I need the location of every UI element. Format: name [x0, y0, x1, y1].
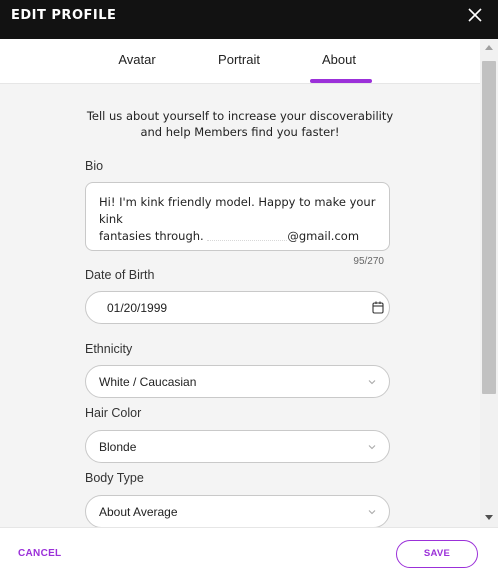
- dob-label: Date of Birth: [85, 268, 155, 282]
- ethnicity-value: White / Caucasian: [99, 375, 197, 389]
- chevron-down-icon: [368, 510, 376, 515]
- bio-text-line2: fantasies through.: [99, 229, 204, 243]
- chevron-down-icon: [368, 380, 376, 385]
- intro-text: Tell us about yourself to increase your …: [86, 109, 394, 139]
- tab-about[interactable]: About: [299, 52, 379, 67]
- ethnicity-select[interactable]: White / Caucasian: [85, 365, 390, 398]
- scroll-up-arrow-icon[interactable]: [485, 45, 493, 50]
- tab-avatar[interactable]: Avatar: [97, 52, 177, 67]
- hair-color-label: Hair Color: [85, 406, 142, 420]
- bio-textarea[interactable]: Hi! I'm kink friendly model. Happy to ma…: [85, 182, 390, 251]
- body-type-select[interactable]: About Average: [85, 495, 390, 527]
- body-type-label: Body Type: [85, 471, 144, 485]
- cancel-button[interactable]: CANCEL: [18, 548, 61, 559]
- redacted-text: [207, 233, 288, 241]
- hair-color-value: Blonde: [99, 440, 137, 454]
- bio-text-email-domain: @gmail.com: [287, 229, 360, 243]
- tab-bar: Avatar Portrait About: [0, 39, 480, 84]
- tab-portrait[interactable]: Portrait: [199, 52, 279, 67]
- bio-label: Bio: [85, 159, 104, 173]
- close-icon[interactable]: [466, 6, 484, 24]
- save-button[interactable]: SAVE: [396, 540, 478, 568]
- chevron-down-icon: [368, 445, 376, 450]
- dob-input[interactable]: 01/20/1999: [85, 291, 390, 324]
- ethnicity-label: Ethnicity: [85, 342, 133, 356]
- scrollbar[interactable]: [480, 39, 498, 527]
- modal-title: EDIT PROFILE: [11, 8, 117, 23]
- scrollbar-thumb[interactable]: [482, 61, 496, 394]
- bio-text-line1: Hi! I'm kink friendly model. Happy to ma…: [99, 195, 376, 226]
- active-tab-indicator: [310, 79, 372, 83]
- scroll-down-arrow-icon[interactable]: [485, 515, 493, 520]
- hair-color-select[interactable]: Blonde: [85, 430, 390, 463]
- modal-header: EDIT PROFILE: [0, 0, 498, 39]
- body-type-value: About Average: [99, 505, 178, 519]
- about-form: Tell us about yourself to increase your …: [0, 84, 480, 527]
- modal-footer: CANCEL SAVE: [0, 527, 498, 574]
- bio-char-counter: 95/270: [353, 256, 384, 267]
- dob-value: 01/20/1999: [107, 301, 168, 315]
- calendar-icon[interactable]: [372, 301, 384, 314]
